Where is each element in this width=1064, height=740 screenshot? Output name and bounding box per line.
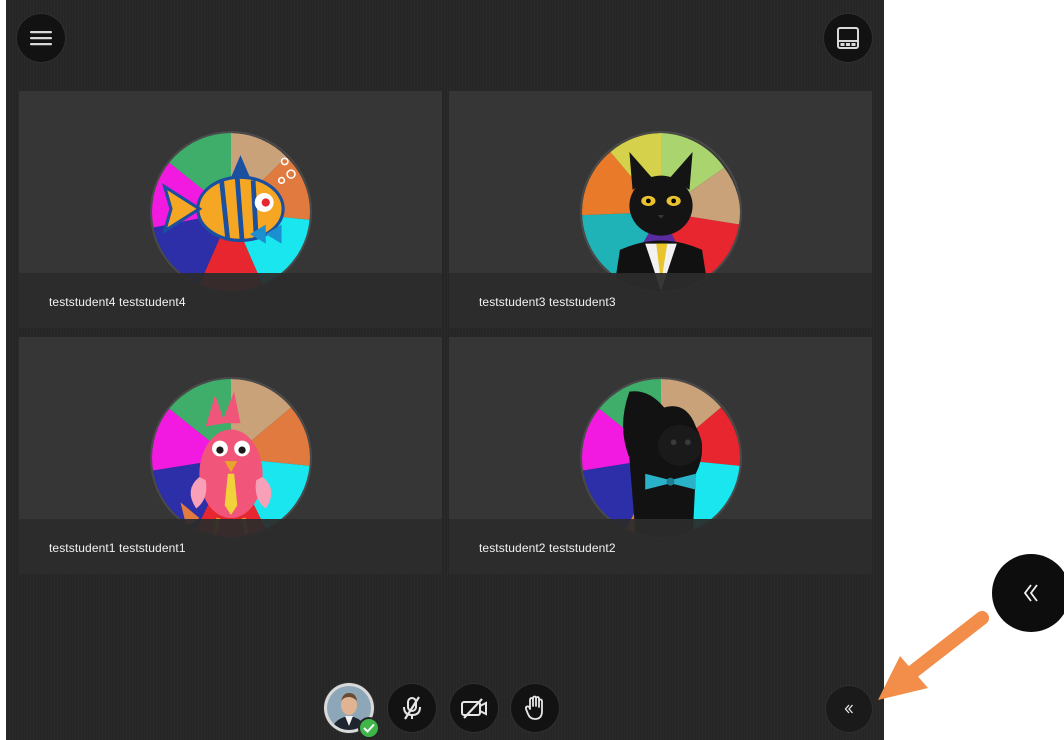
video-stage: teststudent4 teststudent4 teststudent3 t… — [6, 0, 884, 740]
participant-name: teststudent4 teststudent4 — [49, 295, 186, 309]
microphone-button[interactable] — [388, 684, 436, 732]
participant-name-bar: teststudent2 teststudent2 — [449, 519, 872, 574]
participant-name: teststudent1 teststudent1 — [49, 541, 186, 555]
camera-off-icon — [460, 696, 488, 720]
status-check-icon — [358, 717, 380, 739]
dog-avatar — [579, 377, 742, 539]
menu-button[interactable] — [17, 14, 65, 62]
cat-avatar — [579, 131, 742, 293]
open-panel-button[interactable] — [826, 686, 872, 732]
participant-tile[interactable]: teststudent2 teststudent2 — [449, 337, 872, 574]
camera-button[interactable] — [450, 684, 498, 732]
participant-name-bar: teststudent4 teststudent4 — [19, 273, 442, 328]
callout-arrow — [870, 608, 990, 718]
participant-name-bar: teststudent3 teststudent3 — [449, 273, 872, 328]
participant-tile[interactable]: teststudent3 teststudent3 — [449, 91, 872, 328]
participant-name: teststudent3 teststudent3 — [479, 295, 616, 309]
raise-hand-button[interactable] — [511, 684, 559, 732]
my-status-button[interactable] — [324, 683, 380, 739]
bird-avatar — [149, 377, 312, 539]
double-chevron-left-icon — [1020, 582, 1042, 604]
open-panel-callout — [992, 554, 1064, 632]
collaborate-app: teststudent4 teststudent4 teststudent3 t… — [0, 0, 1064, 740]
double-chevron-left-icon — [843, 703, 855, 715]
fish-avatar — [149, 131, 312, 293]
hamburger-icon — [30, 30, 52, 46]
participant-name-bar: teststudent1 teststudent1 — [19, 519, 442, 574]
layout-view-icon — [836, 27, 860, 49]
participant-name: teststudent2 teststudent2 — [479, 541, 616, 555]
participant-tile[interactable]: teststudent4 teststudent4 — [19, 91, 442, 328]
raise-hand-icon — [523, 695, 547, 721]
microphone-muted-icon — [399, 695, 425, 721]
participant-tile[interactable]: teststudent1 teststudent1 — [19, 337, 442, 574]
layout-view-button[interactable] — [824, 14, 872, 62]
